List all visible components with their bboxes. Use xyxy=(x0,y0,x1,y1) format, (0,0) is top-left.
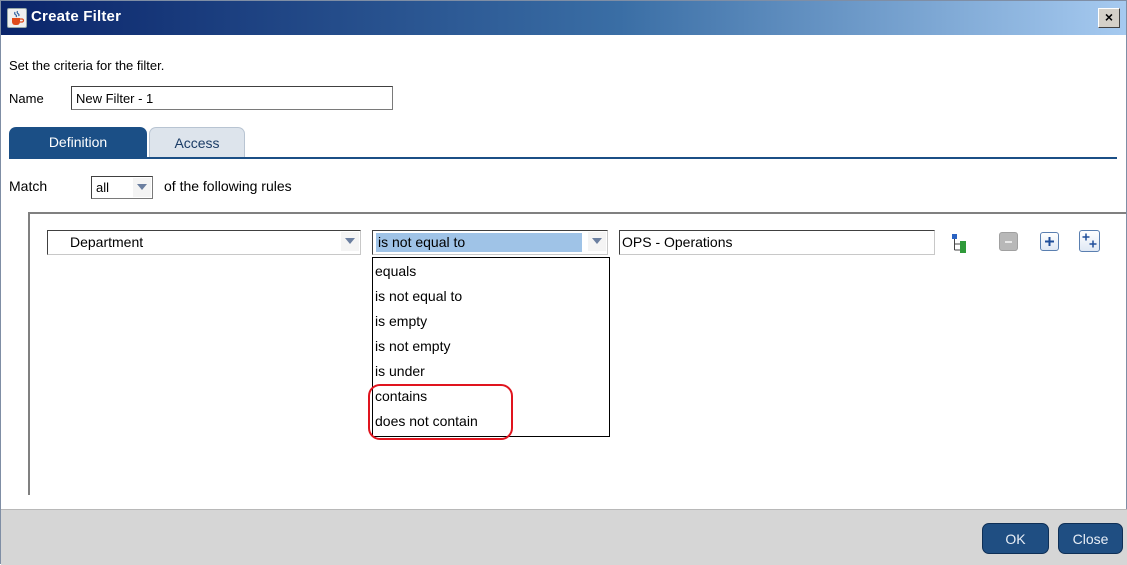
match-mode-select[interactable]: all xyxy=(91,176,153,199)
filter-name-input[interactable] xyxy=(71,86,393,110)
name-label: Name xyxy=(9,91,44,106)
dropdown-option-is-not-equal-to[interactable]: is not equal to xyxy=(375,286,462,306)
tree-icon[interactable] xyxy=(949,233,971,255)
dialog-title: Create Filter xyxy=(31,8,122,25)
dropdown-option-is-empty[interactable]: is empty xyxy=(375,311,427,331)
rule-value-input[interactable]: OPS - Operations xyxy=(619,230,935,255)
rule-field-value: Department xyxy=(70,234,144,250)
add-rule-icon[interactable] xyxy=(1040,232,1059,251)
ok-button[interactable]: OK xyxy=(982,523,1049,554)
create-filter-dialog: Create Filter × Set the criteria for the… xyxy=(0,0,1127,565)
highlight-annotation xyxy=(368,384,513,440)
close-window-button[interactable]: × xyxy=(1098,8,1120,28)
tab-definition[interactable]: Definition xyxy=(9,127,147,158)
dialog-footer xyxy=(1,509,1127,565)
chevron-down-icon[interactable] xyxy=(133,178,151,197)
chevron-down-icon[interactable] xyxy=(588,232,606,251)
chevron-down-icon[interactable] xyxy=(341,232,359,251)
rule-value-text: OPS - Operations xyxy=(622,234,733,250)
add-subrule-icon[interactable] xyxy=(1079,230,1100,252)
title-bar[interactable]: Create Filter × xyxy=(1,1,1126,35)
java-cup-icon xyxy=(7,8,27,28)
remove-rule-icon[interactable] xyxy=(999,232,1018,251)
dropdown-option-is-under[interactable]: is under xyxy=(375,361,425,381)
instructions-text: Set the criteria for the filter. xyxy=(9,58,165,73)
rule-operator-value: is not equal to xyxy=(376,233,582,252)
dropdown-option-is-not-empty[interactable]: is not empty xyxy=(375,336,450,356)
tab-access[interactable]: Access xyxy=(149,127,245,158)
match-label: Match xyxy=(9,178,48,194)
match-mode-value: all xyxy=(96,180,110,195)
close-button[interactable]: Close xyxy=(1058,523,1123,554)
match-suffix-text: of the following rules xyxy=(164,178,292,194)
rule-field-select[interactable]: Department xyxy=(47,230,361,255)
tab-underline xyxy=(9,157,1117,159)
rule-operator-select[interactable]: is not equal to xyxy=(372,230,608,255)
dropdown-option-equals[interactable]: equals xyxy=(375,261,416,281)
